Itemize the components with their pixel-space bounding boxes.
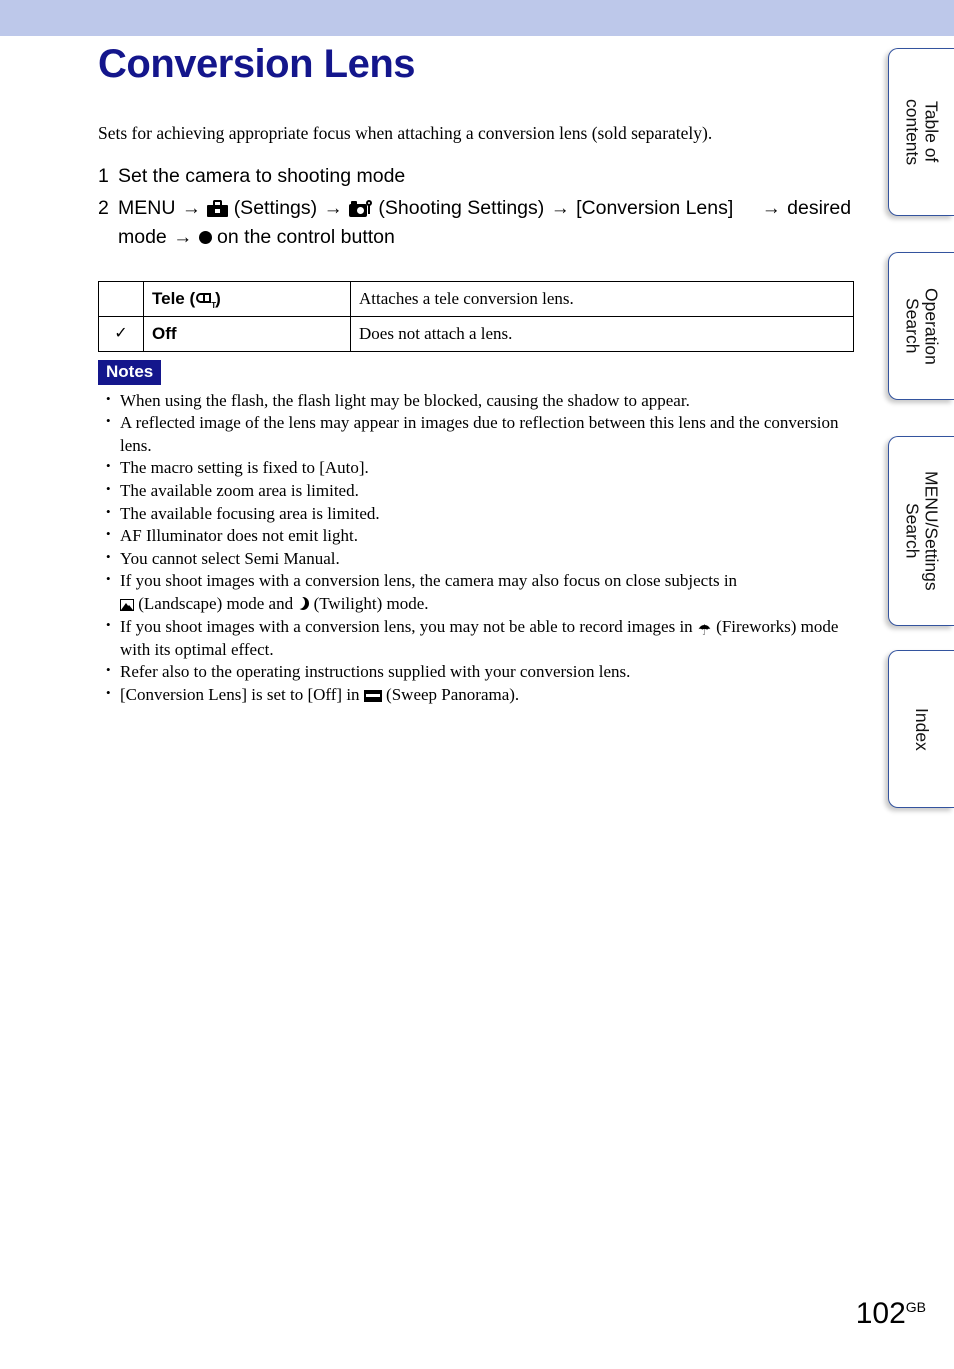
page-number-suffix: GB xyxy=(905,1299,926,1315)
arrow-icon: → xyxy=(181,198,201,220)
tab-label: Table of contents xyxy=(902,98,942,166)
page-number: 102GB xyxy=(856,1297,926,1331)
note-text-part: (Twilight) mode. xyxy=(313,594,429,614)
intro-paragraph: Sets for achieving appropriate focus whe… xyxy=(98,123,713,143)
sidebar-tab-table-of-contents[interactable]: Table of contents xyxy=(888,48,954,216)
step-1-number: 1 xyxy=(98,165,109,187)
top-header-band xyxy=(0,0,954,36)
row-check-cell: ✓ xyxy=(98,316,144,352)
list-item: You cannot select Semi Manual. xyxy=(98,548,858,571)
landscape-mode-icon xyxy=(120,599,134,612)
tab-label: Operation Search xyxy=(902,287,942,365)
control-button-label: on the control button xyxy=(217,225,395,248)
notes-section: Notes When using the flash, the flash li… xyxy=(98,360,858,706)
notes-list: When using the flash, the flash light ma… xyxy=(98,390,858,707)
notes-badge: Notes xyxy=(98,360,162,385)
step-2-text: MENU → (Settings) → (Shooting Settings) … xyxy=(118,194,858,251)
list-item: Refer also to the operating instructions… xyxy=(98,661,858,684)
twilight-moon-icon xyxy=(293,596,310,611)
control-button-dot-icon xyxy=(198,230,212,244)
row-check-cell xyxy=(98,281,144,317)
note-text-part: If you shoot images with a conversion le… xyxy=(120,571,738,591)
note-text-part: If you shoot images with a conversion le… xyxy=(120,616,693,636)
shooting-settings-label: (Shooting Settings) xyxy=(378,197,545,220)
sidebar-tab-index[interactable]: Index xyxy=(888,650,954,808)
settings-label: (Settings) xyxy=(233,197,318,220)
check-mark-icon: ✓ xyxy=(114,325,128,342)
note-text-part: [Conversion Lens] is set to [Off] in xyxy=(120,684,360,704)
options-table: Tele (T) Attaches a tele conversion lens… xyxy=(98,281,854,352)
conversion-lens-label: [Conversion Lens] xyxy=(576,197,734,220)
step-1-text: Set the camera to shooting mode xyxy=(118,165,406,187)
list-item: If you shoot images with a conversion le… xyxy=(98,570,858,615)
tab-label: MENU/Settings Search xyxy=(902,471,942,591)
list-item: The available zoom area is limited. xyxy=(98,480,858,503)
sidebar-tab-menu-settings-search[interactable]: MENU/Settings Search xyxy=(888,436,954,626)
arrow-icon: → xyxy=(550,198,570,220)
step-2-number: 2 xyxy=(98,197,109,220)
table-row[interactable]: ✓ Off Does not attach a lens. xyxy=(98,316,854,352)
settings-toolbox-icon xyxy=(207,200,229,218)
list-item: AF Illuminator does not emit light. xyxy=(98,525,858,548)
list-item: [Conversion Lens] is set to [Off] in (Sw… xyxy=(98,684,858,707)
row-option-name: Tele (T) xyxy=(143,281,351,317)
note-text-part: (Sweep Panorama). xyxy=(386,684,520,704)
list-item: If you shoot images with a conversion le… xyxy=(98,616,858,662)
page-canvas: Conversion Lens Sets for achieving appro… xyxy=(0,36,880,1369)
note-text-part: (Landscape) mode and xyxy=(138,594,294,614)
list-item: The available focusing area is limited. xyxy=(98,503,858,526)
menu-label: MENU xyxy=(118,197,176,220)
list-item: The macro setting is fixed to [Auto]. xyxy=(98,457,858,480)
step-2: 2 MENU → (Settings) → (Shooting Settings… xyxy=(98,194,858,251)
list-item: A reflected image of the lens may appear… xyxy=(98,412,858,457)
table-row[interactable]: Tele (T) Attaches a tele conversion lens… xyxy=(98,281,854,317)
page-number-value: 102 xyxy=(855,1297,906,1330)
row-option-name: Off xyxy=(143,316,351,352)
fireworks-mode-icon: ☂ xyxy=(697,622,712,639)
arrow-icon: → xyxy=(173,226,193,248)
option-name-text: Tele ( xyxy=(152,289,196,308)
row-option-description: Does not attach a lens. xyxy=(350,316,854,352)
steps-list: 1 Set the camera to shooting mode 2 MENU… xyxy=(98,162,858,255)
step-1: 1 Set the camera to shooting mode xyxy=(98,162,858,190)
sweep-panorama-icon xyxy=(363,689,382,702)
tab-label: Index xyxy=(911,707,932,751)
shooting-settings-camera-icon xyxy=(348,199,373,218)
arrow-icon: → xyxy=(761,198,781,220)
arrow-icon: → xyxy=(323,198,343,220)
sidebar-tab-operation-search[interactable]: Operation Search xyxy=(888,252,954,400)
page-title: Conversion Lens xyxy=(98,42,416,86)
row-option-description: Attaches a tele conversion lens. xyxy=(350,281,854,317)
tele-lens-icon: T xyxy=(196,292,216,310)
list-item: When using the flash, the flash light ma… xyxy=(98,390,858,413)
